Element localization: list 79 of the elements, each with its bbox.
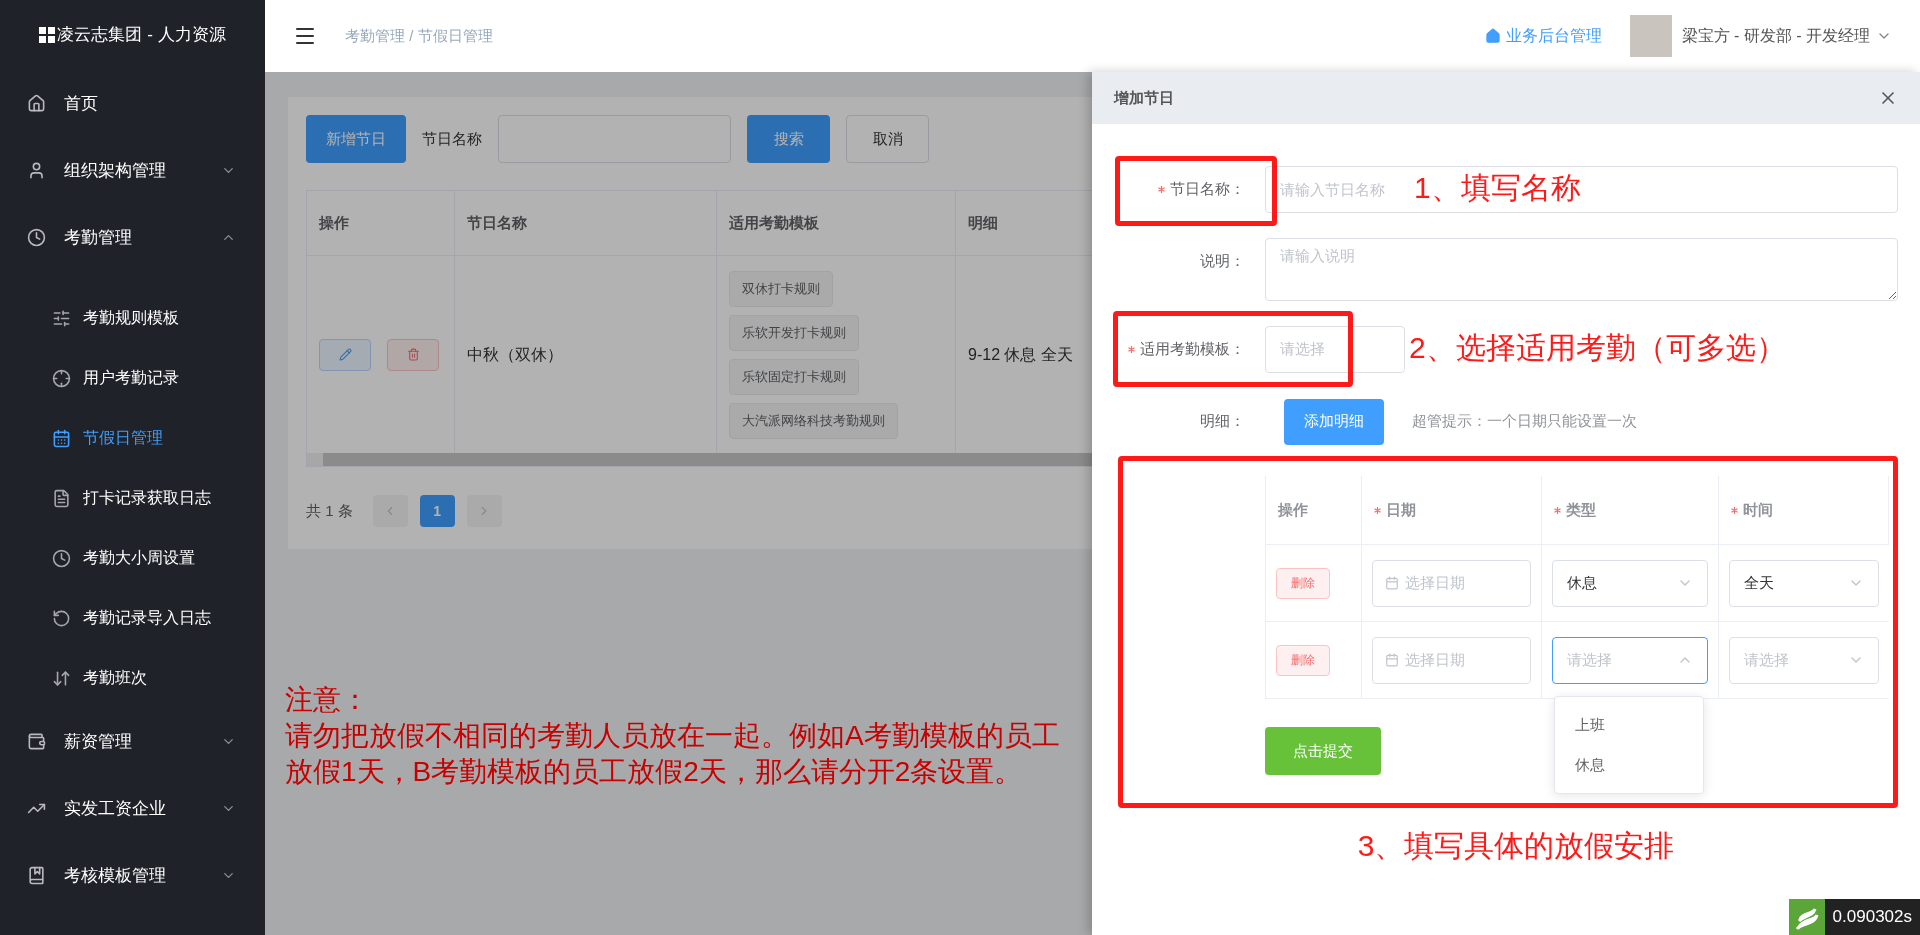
wallet-icon: [27, 732, 46, 751]
sidebar-item[interactable]: 组织架构管理: [0, 137, 265, 204]
required-icon: [1373, 506, 1381, 514]
hint-text: 超管提示：一个日期只能设置一次: [1412, 411, 1637, 432]
select-field[interactable]: 全天: [1729, 559, 1879, 607]
trash-icon: [406, 348, 420, 361]
sliders-icon: [52, 308, 71, 328]
pencil-icon: [338, 348, 352, 361]
user-name: 梁宝方 - 研发部 - 开发经理: [1681, 26, 1870, 46]
column-header: 操作: [319, 212, 349, 233]
sidebar-item[interactable]: 薪资管理: [0, 708, 265, 775]
required-icon: [1158, 186, 1165, 193]
sidebar-item[interactable]: 实发工资企业: [0, 775, 265, 842]
prev-page-button[interactable]: [372, 495, 408, 527]
drawer-title: 增加节日: [1114, 87, 1175, 108]
column-header: 适用考勤模板: [729, 212, 819, 233]
required-icon: [1553, 506, 1561, 514]
required-icon: [1128, 346, 1135, 353]
field-label: 明细：: [1200, 411, 1245, 432]
clock-icon: [52, 548, 71, 568]
arrows-icon: [52, 668, 71, 688]
description-field[interactable]: 请输入说明: [1265, 238, 1898, 301]
template-tag: 双休打卡规则: [729, 270, 833, 307]
sidebar-subitem[interactable]: 考勤记录导入日志: [0, 588, 265, 648]
book-icon: [27, 866, 46, 885]
note-text: 请勿把放假不相同的考勤人员放在一起。例如A考勤模板的员工放假1天，B考勤模板的员工放假2天，那么请分开2条设置。: [285, 719, 1061, 789]
timer-badge: 0.090302s: [1788, 899, 1920, 935]
search-label: 节日名称: [422, 128, 482, 149]
delete-button[interactable]: [387, 338, 439, 371]
column-header: 类型: [1565, 499, 1596, 520]
user-icon: [27, 161, 46, 180]
dropdown-option[interactable]: 休息: [1554, 745, 1703, 785]
home-icon: [1484, 28, 1501, 44]
template-tag: 乐软开发打卡规则: [729, 314, 859, 351]
sidebar-subitem[interactable]: 考勤大小周设置: [0, 528, 265, 588]
annotation-text: 1、填写名称: [1414, 170, 1581, 206]
crosshair-icon: [52, 368, 71, 388]
field-label: 适用考勤模板：: [1140, 339, 1245, 360]
column-header: 时间: [1743, 499, 1774, 520]
note-title: 注意：: [285, 683, 370, 717]
column-header: 节日名称: [467, 212, 527, 233]
select-field[interactable]: 休息: [1551, 559, 1709, 607]
table-cell-text: 9-12 休息 全天: [968, 344, 1073, 365]
annotation-text: 2、选择适用考勤（可多选）: [1409, 330, 1786, 366]
home-icon: [27, 94, 46, 113]
breadcrumb: 考勤管理 / 节假日管理: [345, 25, 494, 46]
sidebar-subitem[interactable]: 用户考勤记录: [0, 348, 265, 408]
table-cell-text: 中秋（双休）: [467, 344, 563, 365]
sidebar-item[interactable]: 考勤管理: [0, 204, 265, 271]
pagination-total: 共 1 条: [306, 500, 353, 521]
sidebar-subitem[interactable]: 打卡记录获取日志: [0, 468, 265, 528]
annotation-text: 3、填写具体的放假安排: [1357, 828, 1675, 864]
clock-icon: [27, 228, 46, 247]
grid-logo-icon: [39, 27, 56, 43]
sidebar-item[interactable]: 首页: [0, 70, 265, 137]
dropdown-option[interactable]: 上班: [1554, 705, 1703, 745]
required-icon: [1731, 506, 1739, 514]
next-page-button[interactable]: [466, 495, 502, 527]
calendar-icon: [1384, 576, 1399, 590]
column-header: 日期: [1385, 499, 1416, 520]
template-tag: 乐软固定打卡规则: [729, 358, 859, 395]
field-label: 说明：: [1200, 251, 1245, 272]
sidebar-subitem[interactable]: 考勤规则模板: [0, 288, 265, 348]
template-tag: 大汽派网络科技考勤规则: [729, 402, 898, 439]
calendar-icon: [1384, 653, 1399, 667]
edit-button[interactable]: [319, 338, 371, 371]
app-title: 凌云志集团 - 人力资源: [57, 24, 226, 47]
cancel-button[interactable]: 取消: [846, 115, 929, 163]
sidebar-subitem[interactable]: 考勤班次: [0, 648, 265, 708]
field-label: 节日名称：: [1170, 179, 1245, 200]
column-header: 明细: [968, 212, 998, 233]
calendar-icon: [52, 428, 71, 448]
sidebar-item[interactable]: 考核模板管理: [0, 842, 265, 909]
refresh-icon: [52, 608, 71, 628]
avatar: [1629, 15, 1672, 57]
column-header: 操作: [1278, 499, 1308, 520]
search-field[interactable]: [498, 115, 731, 163]
sidebar-subitem[interactable]: 节假日管理: [0, 408, 265, 468]
document-icon: [52, 488, 71, 508]
